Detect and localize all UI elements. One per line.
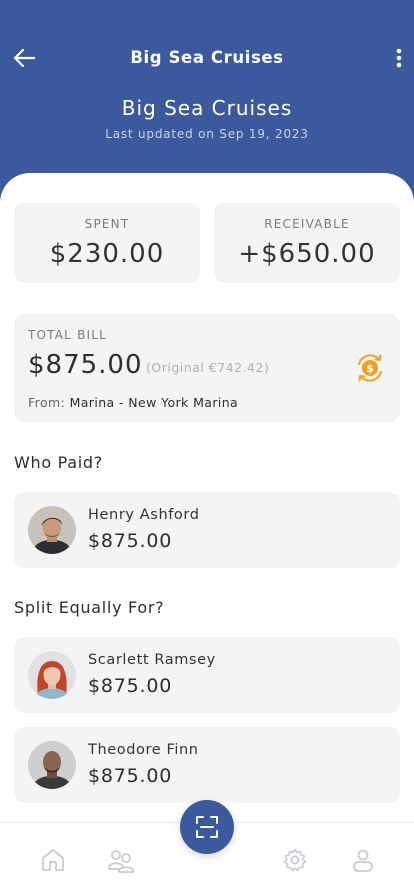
home-icon[interactable] <box>40 847 66 873</box>
split-member-amount: $875.00 <box>88 765 173 787</box>
content-sheet: SPENT $230.00 RECEIVABLE +$650.00 TOTAL … <box>0 173 414 896</box>
top-nav: Big Sea Cruises <box>0 40 414 76</box>
from-label: From: <box>28 395 66 410</box>
split-member-card[interactable]: Scarlett Ramsey $875.00 <box>14 637 400 713</box>
avatar <box>28 506 76 554</box>
avatar <box>28 651 76 699</box>
scan-button[interactable] <box>180 800 234 854</box>
currency-exchange-icon[interactable]: $ <box>354 352 386 384</box>
total-bill-amount: $875.00 <box>28 350 143 380</box>
scan-icon <box>196 816 218 838</box>
payer-card[interactable]: Henry Ashford $875.00 <box>14 492 400 568</box>
original-amount: (Original €742.42) <box>146 360 270 375</box>
group-icon[interactable] <box>107 847 135 873</box>
header: Big Sea Cruises Big Sea Cruises Last upd… <box>0 0 414 200</box>
spent-card: SPENT $230.00 <box>14 203 200 283</box>
payer-name: Henry Ashford <box>88 507 200 523</box>
spent-value: $230.00 <box>49 239 165 269</box>
who-paid-heading: Who Paid? <box>14 453 103 472</box>
split-member-name: Theodore Finn <box>88 742 199 758</box>
total-bill-card: TOTAL BILL $875.00 (Original €742.42) Fr… <box>14 314 400 422</box>
spent-label: SPENT <box>84 217 130 231</box>
profile-icon[interactable] <box>350 847 376 873</box>
split-member-amount: $875.00 <box>88 675 173 697</box>
split-member-card[interactable]: Theodore Finn $875.00 <box>14 727 400 803</box>
bill-from: From: Marina - New York Marina <box>28 395 238 410</box>
avatar <box>28 741 76 789</box>
split-member-name: Scarlett Ramsey <box>88 652 216 668</box>
from-value: Marina - New York Marina <box>69 395 239 410</box>
nav-title: Big Sea Cruises <box>130 48 284 67</box>
more-options-icon[interactable] <box>392 44 406 72</box>
receivable-value: +$650.00 <box>238 239 376 269</box>
page-title: Big Sea Cruises <box>121 96 293 120</box>
payer-amount: $875.00 <box>88 530 173 552</box>
split-heading: Split Equally For? <box>14 598 165 617</box>
receivable-label: RECEIVABLE <box>264 217 350 231</box>
last-updated-text: Last updated on Sep 19, 2023 <box>105 127 309 141</box>
settings-icon[interactable] <box>282 847 308 873</box>
svg-text:$: $ <box>366 362 374 375</box>
receivable-card: RECEIVABLE +$650.00 <box>214 203 400 283</box>
total-bill-label: TOTAL BILL <box>28 328 108 342</box>
